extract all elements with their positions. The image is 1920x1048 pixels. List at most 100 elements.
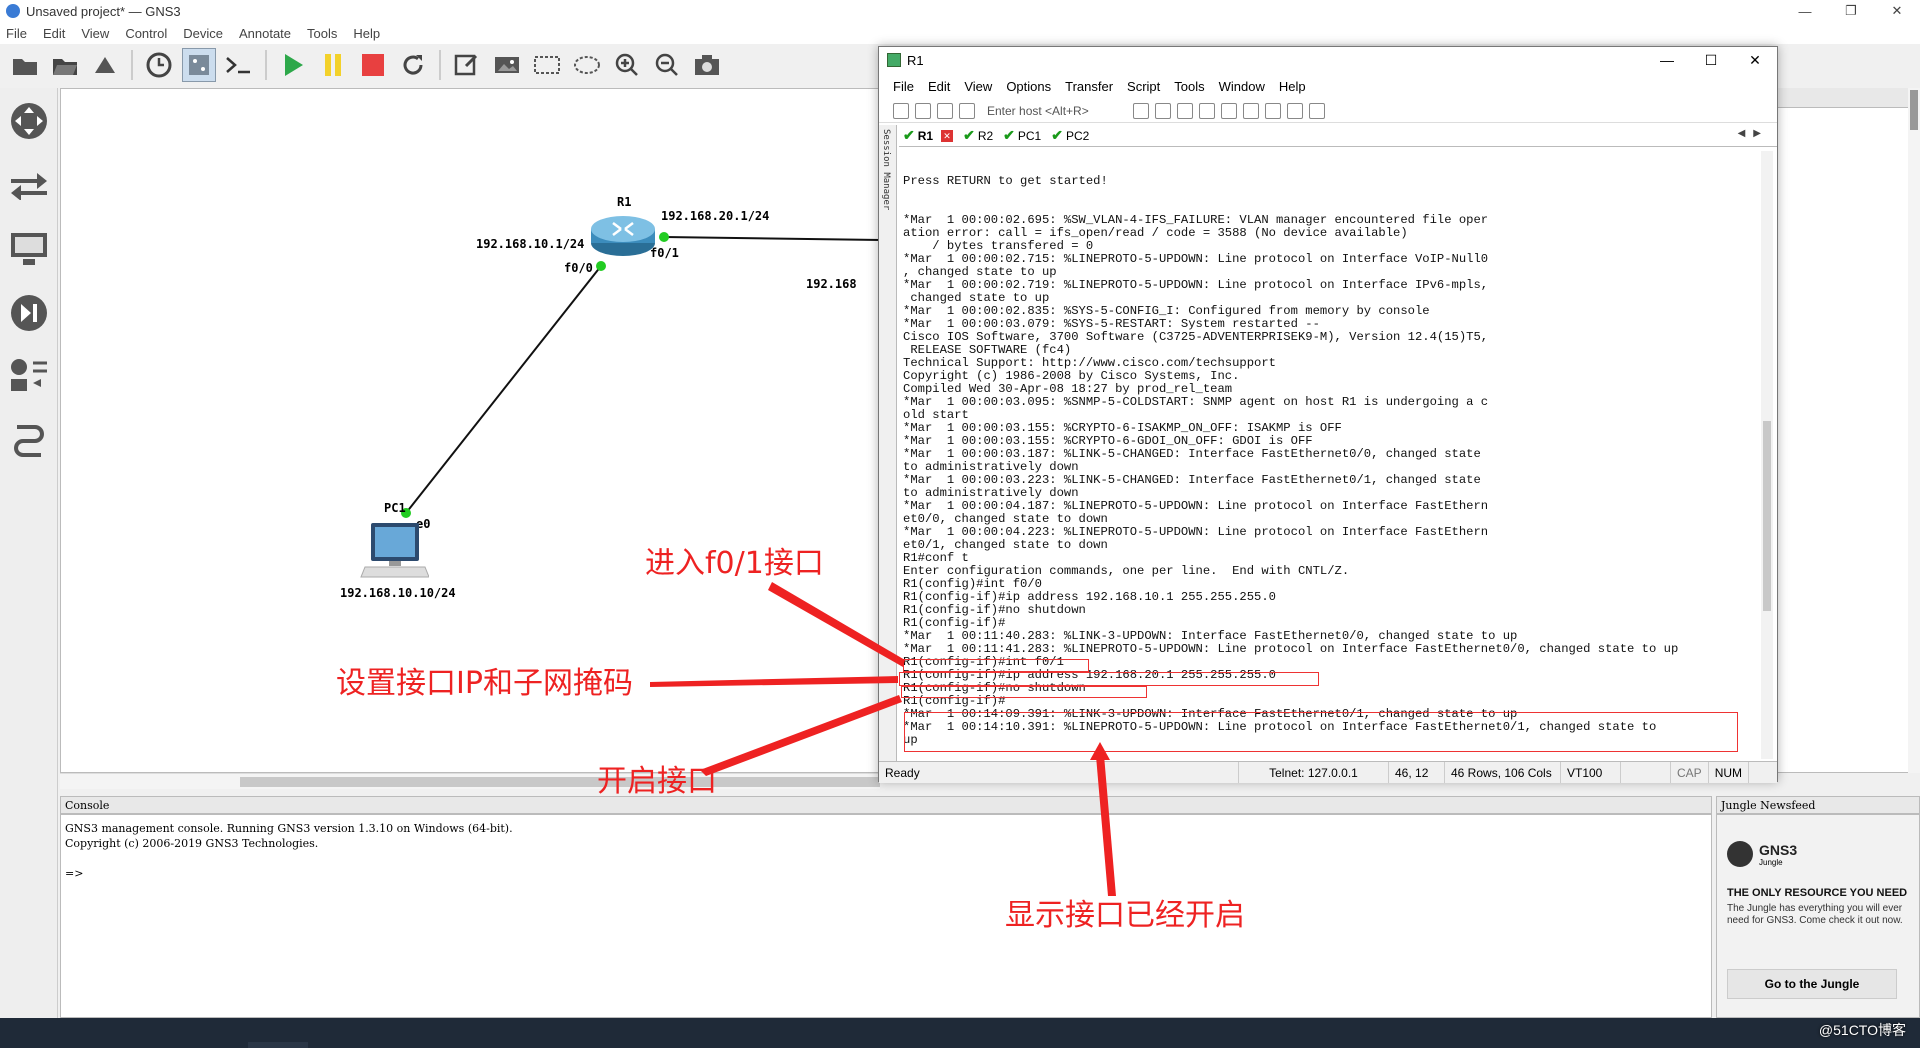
device-dock bbox=[0, 88, 58, 1018]
status-cap: CAP bbox=[1671, 762, 1709, 783]
gns3-app-icon bbox=[6, 4, 20, 18]
maximize-button[interactable]: ❐ bbox=[1828, 0, 1874, 22]
menu-file[interactable]: File bbox=[6, 26, 27, 41]
crt-menu-window[interactable]: Window bbox=[1219, 79, 1265, 94]
link-r1-r2[interactable] bbox=[663, 236, 882, 241]
crt-close-button[interactable]: ✕ bbox=[1733, 47, 1777, 73]
save-icon[interactable] bbox=[88, 48, 122, 82]
router-r1[interactable] bbox=[589, 209, 657, 262]
open-folder-icon[interactable] bbox=[48, 48, 82, 82]
crt-minimize-button[interactable]: — bbox=[1645, 47, 1689, 73]
help-icon[interactable] bbox=[1287, 102, 1303, 119]
gns3-menu-bar: File Edit View Control Device Annotate T… bbox=[0, 22, 1920, 44]
console-output[interactable]: GNS3 management console. Running GNS3 ve… bbox=[60, 814, 1712, 1018]
add-link-cable-icon[interactable] bbox=[6, 418, 52, 464]
menu-edit[interactable]: Edit bbox=[43, 26, 65, 41]
snapshot-clock-icon[interactable] bbox=[142, 48, 176, 82]
show-interface-labels-icon[interactable] bbox=[182, 48, 216, 82]
sftp-icon[interactable] bbox=[1265, 102, 1281, 119]
connected-check-icon: ✔ bbox=[903, 127, 915, 143]
crt-menu-file[interactable]: File bbox=[893, 79, 914, 94]
link-r1-pc1[interactable] bbox=[405, 265, 602, 514]
switches-category-icon[interactable] bbox=[6, 162, 52, 208]
session-tabs: ✔ R1 ✕ ✔ R2 ✔ PC1 ✔ PC2 ◀▶ bbox=[899, 125, 1777, 147]
connect-icon[interactable] bbox=[893, 102, 909, 119]
menu-control[interactable]: Control bbox=[125, 26, 167, 41]
right-dock-strip bbox=[1770, 88, 1920, 108]
go-to-jungle-button[interactable]: Go to the Jungle bbox=[1727, 969, 1897, 999]
menu-view[interactable]: View bbox=[81, 26, 109, 41]
crt-toolbar: Enter host <Alt+R> bbox=[879, 99, 1777, 123]
crt-menu-edit[interactable]: Edit bbox=[928, 79, 950, 94]
canvas-horizontal-scrollbar[interactable] bbox=[60, 773, 880, 789]
all-devices-category-icon[interactable] bbox=[6, 354, 52, 400]
terminal-scrollbar[interactable] bbox=[1761, 151, 1773, 759]
keymap-icon[interactable] bbox=[1243, 102, 1259, 119]
pc1-device[interactable] bbox=[359, 521, 430, 584]
tab-pc1[interactable]: ✔ PC1 bbox=[1003, 127, 1041, 144]
tab-scroll-arrows-icon[interactable]: ◀▶ bbox=[1738, 128, 1769, 139]
r1-f00-ip-label: 192.168.10.1/24 bbox=[476, 237, 585, 251]
screenshot-camera-icon[interactable] bbox=[690, 48, 724, 82]
tab-r1[interactable]: ✔ R1 ✕ bbox=[903, 127, 954, 144]
tab-r2[interactable]: ✔ R2 bbox=[963, 127, 993, 144]
suspend-all-icon[interactable] bbox=[316, 48, 350, 82]
menu-annotate[interactable]: Annotate bbox=[239, 26, 291, 41]
tab-pc2[interactable]: ✔ PC2 bbox=[1051, 127, 1089, 144]
reload-all-icon[interactable] bbox=[396, 48, 430, 82]
zoom-out-icon[interactable] bbox=[650, 48, 684, 82]
add-note-icon[interactable] bbox=[450, 48, 484, 82]
crt-menu-view[interactable]: View bbox=[964, 79, 992, 94]
session-manager-sidebar[interactable]: Session Manager bbox=[879, 125, 897, 761]
tab-label: R1 bbox=[917, 128, 934, 143]
tab-close-icon[interactable]: ✕ bbox=[941, 129, 954, 142]
minimize-button[interactable]: — bbox=[1782, 0, 1828, 22]
reconnect-icon[interactable] bbox=[937, 102, 953, 119]
new-project-folder-icon[interactable] bbox=[8, 48, 42, 82]
routers-category-icon[interactable] bbox=[6, 98, 52, 144]
gns3-logo-icon bbox=[1727, 841, 1753, 867]
draw-ellipse-icon[interactable] bbox=[570, 48, 604, 82]
connected-check-icon: ✔ bbox=[1003, 127, 1015, 143]
annotation-interface-up: 显示接口已经开启 bbox=[1005, 898, 1245, 933]
draw-rectangle-icon[interactable] bbox=[530, 48, 564, 82]
connected-check-icon: ✔ bbox=[963, 127, 975, 143]
copy-icon[interactable] bbox=[1133, 102, 1149, 119]
host-input[interactable]: Enter host <Alt+R> bbox=[987, 104, 1127, 118]
menu-tools[interactable]: Tools bbox=[307, 26, 337, 41]
menu-help[interactable]: Help bbox=[353, 26, 380, 41]
settings-gear-icon[interactable] bbox=[1221, 102, 1237, 119]
newsfeed-logo-sub: Jungle bbox=[1759, 857, 1783, 867]
end-devices-category-icon[interactable] bbox=[6, 226, 52, 272]
close-button[interactable]: ✕ bbox=[1874, 0, 1920, 22]
connected-check-icon: ✔ bbox=[1051, 127, 1063, 143]
print-icon[interactable] bbox=[1199, 102, 1215, 119]
status-term-type: VT100 bbox=[1561, 762, 1621, 783]
paste-icon[interactable] bbox=[1155, 102, 1171, 119]
newsfeed-headline: THE ONLY RESOURCE YOU NEED bbox=[1727, 887, 1908, 899]
crt-menu-transfer[interactable]: Transfer bbox=[1065, 79, 1113, 94]
r1-f01-ip-label: 192.168.20.1/24 bbox=[661, 209, 770, 223]
crt-menu-script[interactable]: Script bbox=[1127, 79, 1160, 94]
canvas-vertical-scrollbar[interactable] bbox=[1908, 88, 1920, 773]
gns3-toolbar bbox=[0, 44, 880, 86]
console-all-icon[interactable] bbox=[222, 48, 256, 82]
find-icon[interactable] bbox=[1177, 102, 1193, 119]
menu-device[interactable]: Device bbox=[183, 26, 223, 41]
insert-picture-icon[interactable] bbox=[490, 48, 524, 82]
crt-menu-help[interactable]: Help bbox=[1279, 79, 1306, 94]
annotation-enter-interface: 进入f0/1接口 bbox=[645, 546, 824, 581]
disconnect-icon[interactable] bbox=[959, 102, 975, 119]
crt-menu-tools[interactable]: Tools bbox=[1174, 79, 1204, 94]
stop-all-icon[interactable] bbox=[356, 48, 390, 82]
r1-f00-port-label: f0/0 bbox=[564, 261, 593, 275]
start-all-icon[interactable] bbox=[276, 48, 310, 82]
quick-connect-icon[interactable] bbox=[915, 102, 931, 119]
about-icon[interactable] bbox=[1309, 102, 1325, 119]
crt-menu-options[interactable]: Options bbox=[1006, 79, 1051, 94]
pc1-ip-label: 192.168.10.10/24 bbox=[340, 586, 456, 600]
zoom-in-icon[interactable] bbox=[610, 48, 644, 82]
security-devices-category-icon[interactable] bbox=[6, 290, 52, 336]
highlight-no-shutdown bbox=[901, 686, 1147, 698]
crt-maximize-button[interactable]: ☐ bbox=[1689, 47, 1733, 73]
